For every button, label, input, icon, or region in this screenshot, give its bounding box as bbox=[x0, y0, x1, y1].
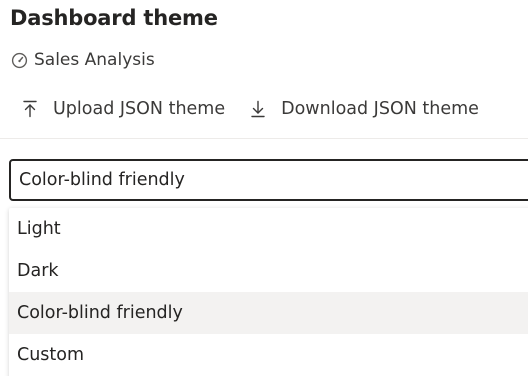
theme-option-color-blind-friendly[interactable]: Color-blind friendly bbox=[9, 292, 528, 334]
theme-dropdown-value: Color-blind friendly bbox=[19, 170, 185, 190]
download-icon bbox=[251, 100, 265, 118]
download-json-theme-label: Download JSON theme bbox=[281, 99, 479, 119]
upload-json-theme-button[interactable]: Upload JSON theme bbox=[22, 99, 225, 119]
theme-option-light[interactable]: Light bbox=[9, 208, 528, 250]
gauge-icon bbox=[11, 52, 28, 68]
divider bbox=[0, 138, 528, 139]
download-json-theme-button[interactable]: Download JSON theme bbox=[250, 99, 479, 119]
theme-dropdown[interactable]: Color-blind friendly bbox=[9, 159, 528, 201]
theme-panel: Dashboard theme Sales Analysis Upload JS… bbox=[0, 0, 528, 376]
theme-actions: Upload JSON theme Download JSON theme bbox=[22, 99, 479, 119]
theme-option-custom[interactable]: Custom bbox=[9, 334, 528, 376]
page-title: Dashboard theme bbox=[10, 6, 218, 30]
upload-json-theme-label: Upload JSON theme bbox=[53, 99, 226, 119]
report-name: Sales Analysis bbox=[11, 50, 155, 70]
report-name-label: Sales Analysis bbox=[34, 50, 155, 70]
theme-option-dark[interactable]: Dark bbox=[9, 250, 528, 292]
upload-icon bbox=[23, 100, 37, 118]
theme-options-list: Light Dark Color-blind friendly Custom bbox=[9, 208, 528, 376]
